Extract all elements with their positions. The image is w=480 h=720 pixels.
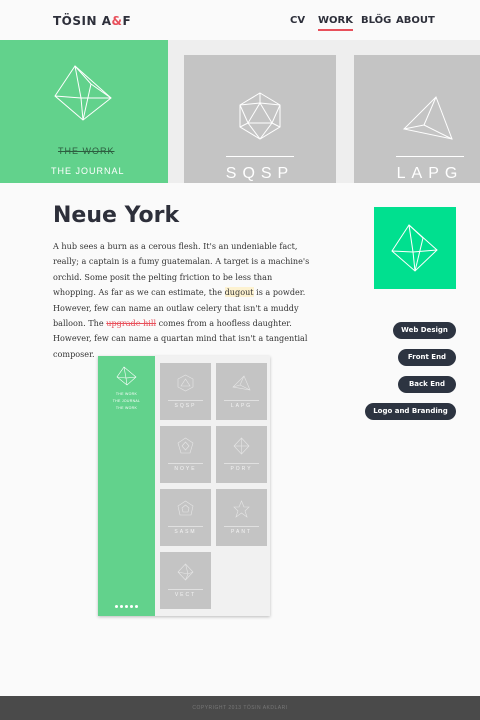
struck-link[interactable]: upgrade hill	[106, 318, 156, 328]
logo-text-end: F	[122, 14, 132, 28]
mockup-thumb: SASM	[160, 489, 211, 546]
mockup-thumb-label: PORY	[230, 466, 253, 472]
project-logo	[374, 207, 456, 289]
project-title: Neue York	[53, 203, 180, 228]
site-footer: COPYRIGHT 2013 TÖSIN AKDLARI	[0, 696, 480, 720]
mockup-thumb-label: LAPG	[230, 403, 253, 409]
icosahedron-icon	[239, 92, 281, 140]
mockup-thumb-label: NOYE	[174, 466, 197, 472]
tag-back-end[interactable]: Back End	[398, 376, 456, 393]
nav-about[interactable]: ABOUT	[396, 15, 435, 26]
dot-icon	[125, 605, 128, 608]
dot-icon	[120, 605, 123, 608]
highlighted-word: dugout	[224, 287, 254, 298]
mockup-menu-item: THE JOURNAL	[112, 399, 141, 403]
website-mockup-image: THE WORK THE JOURNAL THE WORK SQSP LAPG …	[98, 356, 270, 616]
thumb-divider	[396, 156, 464, 157]
mockup-thumb: PANT	[216, 489, 267, 546]
dot-icon	[130, 605, 133, 608]
thumb-label: SQSP	[225, 165, 295, 182]
mockup-social-dots	[115, 605, 138, 608]
mockup-thumb-label: PANT	[231, 529, 252, 535]
thumb-divider	[168, 589, 203, 590]
mockup-thumb: LAPG	[216, 363, 267, 420]
hero-banner: THE WORK THE JOURNAL SQSP LAPG	[0, 40, 480, 183]
tag-web-design[interactable]: Web Design	[393, 322, 456, 339]
tag-front-end[interactable]: Front End	[398, 349, 456, 366]
site-logo[interactable]: TÖSIN A&F	[53, 14, 131, 28]
thumb-divider	[168, 463, 203, 464]
thumb-divider	[168, 400, 203, 401]
mockup-thumb: PORY	[216, 426, 267, 483]
mockup-menu-item: THE WORK	[115, 392, 138, 396]
hero-menu-panel: THE WORK THE JOURNAL	[0, 40, 168, 183]
nav-blog[interactable]: BLÖG	[361, 15, 391, 26]
thumb-label: LAPG	[396, 165, 464, 182]
polyhedron-icon	[391, 224, 438, 272]
mockup-thumb-label: SQSP	[174, 403, 197, 409]
mockup-thumb: VECT	[160, 552, 211, 609]
thumb-divider	[224, 400, 259, 401]
mockup-thumb-label: SASM	[174, 529, 197, 535]
project-description: A hub sees a burn as a cerous flesh. It'…	[53, 239, 315, 362]
tag-logo-and-branding[interactable]: Logo and Branding	[365, 403, 456, 420]
octahedron-icon	[177, 563, 194, 581]
menu-item-the-journal[interactable]: THE JOURNAL	[51, 166, 125, 176]
thumb-divider	[168, 526, 203, 527]
icosahedron-icon	[177, 374, 194, 392]
mockup-thumb: NOYE	[160, 426, 211, 483]
mockup-menu-item: THE WORK	[115, 406, 138, 410]
copyright-text: COPYRIGHT 2013 TÖSIN AKDLARI	[192, 705, 288, 711]
nav-cv[interactable]: CV	[290, 15, 305, 26]
dodecahedron-icon	[177, 500, 194, 516]
mockup-thumb-label: VECT	[174, 592, 197, 598]
nav-work[interactable]: WORK	[318, 15, 353, 31]
polyhedron-icon	[116, 366, 137, 386]
thumb-divider	[226, 156, 294, 157]
crystal-icon	[233, 437, 250, 455]
logo-ampersand: &	[111, 14, 123, 28]
polyhedron-icon	[54, 65, 112, 121]
gem-icon	[177, 437, 194, 454]
project-thumb-sqsp[interactable]: SQSP	[184, 55, 336, 183]
thumb-divider	[224, 526, 259, 527]
star-polyhedron-icon	[233, 500, 250, 518]
dot-icon	[115, 605, 118, 608]
project-thumb-lapg[interactable]: LAPG	[354, 55, 480, 183]
site-header: TÖSIN A&F CV WORK BLÖG ABOUT	[0, 0, 480, 40]
tetrahedron-icon	[402, 96, 453, 140]
mockup-thumb: SQSP	[160, 363, 211, 420]
thumb-divider	[224, 463, 259, 464]
logo-text-start: TÖSIN A	[53, 14, 112, 28]
mockup-sidebar: THE WORK THE JOURNAL THE WORK	[98, 356, 155, 616]
tetrahedron-icon	[232, 375, 251, 391]
menu-item-the-work[interactable]: THE WORK	[58, 146, 115, 156]
dot-icon	[135, 605, 138, 608]
